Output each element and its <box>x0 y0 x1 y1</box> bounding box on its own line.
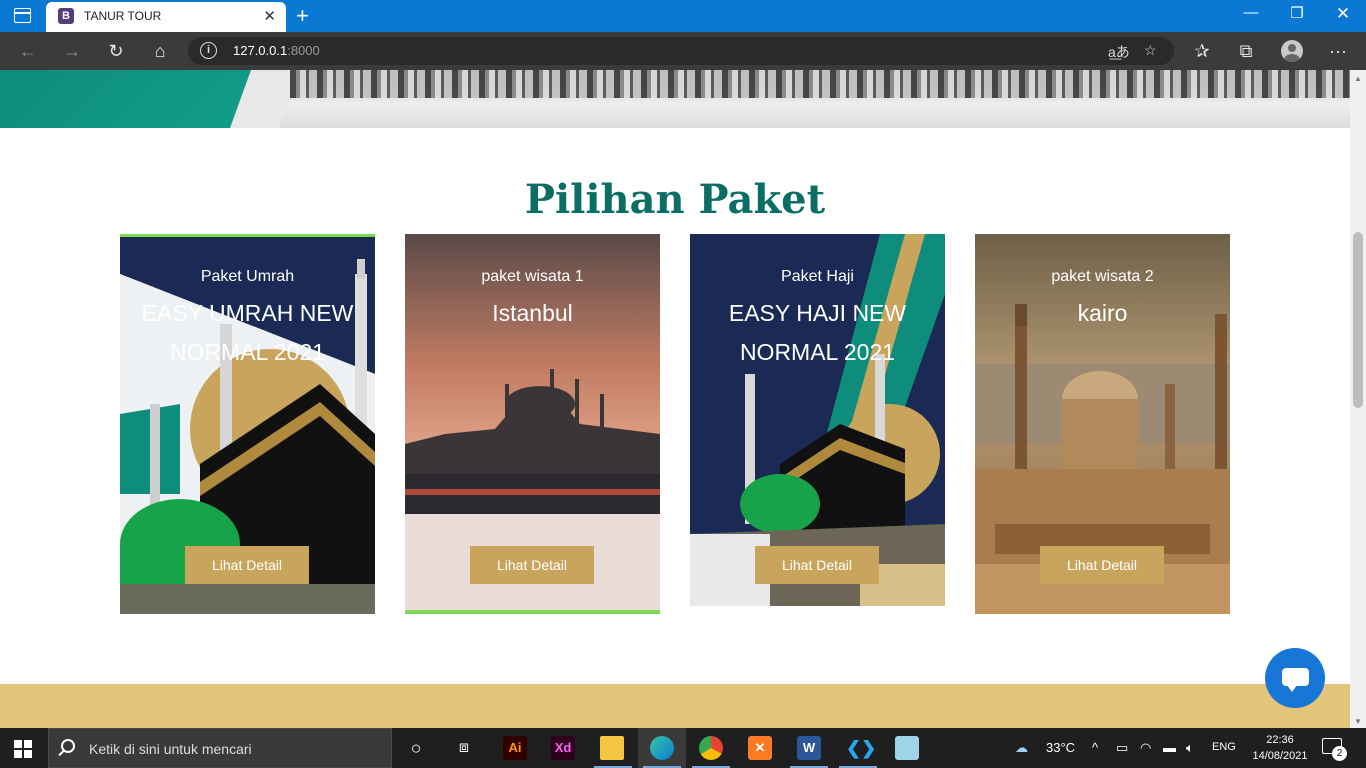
search-placeholder: Ketik di sini untuk mencari <box>89 741 252 757</box>
add-favorite-icon[interactable]: ☆ <box>1144 42 1157 59</box>
scroll-up-icon[interactable]: ▲ <box>1354 74 1362 83</box>
card-title: Istanbul <box>492 300 573 326</box>
favorites-icon[interactable]: ✰ <box>1190 39 1214 63</box>
task-view-icon[interactable]: ⧈ <box>452 736 476 760</box>
card-title: EASY HAJI NEW NORMAL 2021 <box>728 300 907 365</box>
tab-actions-icon[interactable] <box>14 8 31 23</box>
profile-avatar[interactable] <box>1281 40 1303 62</box>
search-icon <box>61 739 75 753</box>
url-port: :8000 <box>287 43 320 58</box>
refresh-icon[interactable]: ↻ <box>104 39 128 63</box>
detail-button[interactable]: Lihat Detail <box>185 546 309 584</box>
notification-badge: 2 <box>1332 746 1347 761</box>
vscode-icon[interactable]: ❮❯ <box>846 736 876 760</box>
xampp-icon[interactable]: ✕ <box>748 736 772 760</box>
card-category: Paket Haji <box>781 268 854 285</box>
notepad-icon[interactable] <box>895 736 919 760</box>
restore-button[interactable]: ❐ <box>1274 4 1320 22</box>
card-category: Paket Umrah <box>200 268 295 285</box>
close-window-button[interactable]: ✕ <box>1320 4 1366 24</box>
card-title: EASY UMRAH NEW NORMAL 2021 <box>141 300 354 365</box>
scroll-thumb[interactable] <box>1353 232 1363 408</box>
tab-title: TANUR TOUR <box>84 9 162 23</box>
home-icon[interactable]: ⌂ <box>148 39 172 63</box>
url-text[interactable]: 127.0.0.1:8000 <box>233 43 320 58</box>
weather-temp[interactable]: 33°C <box>1046 740 1075 755</box>
page-scrollbar[interactable]: ▲ ▼ <box>1350 70 1366 728</box>
taskbar-search-box[interactable]: Ketik di sini untuk mencari <box>48 728 392 768</box>
forward-icon[interactable]: → <box>60 39 84 63</box>
weather-icon[interactable]: ☁ <box>1015 740 1028 756</box>
detail-button[interactable]: Lihat Detail <box>755 546 879 584</box>
language-indicator[interactable]: ENG <box>1212 741 1236 753</box>
tray-expand-icon[interactable]: ^ <box>1092 740 1098 755</box>
package-card[interactable]: Paket Haji EASY HAJI NEW NORMAL 2021 Lih… <box>690 234 945 614</box>
site-info-icon[interactable]: i <box>200 42 217 59</box>
favicon-icon: B <box>58 8 74 24</box>
card-category: paket wisata 1 <box>481 268 584 285</box>
battery-icon[interactable]: ▬ <box>1163 740 1176 755</box>
chat-icon <box>1282 668 1309 692</box>
tab-close-icon[interactable]: ✕ <box>263 7 276 25</box>
back-icon[interactable]: ← <box>16 39 40 63</box>
volume-icon[interactable]: 🔈︎ <box>1186 740 1194 756</box>
url-host: 127.0.0.1 <box>233 43 288 58</box>
clock-time: 22:36 <box>1266 734 1294 746</box>
address-bar[interactable]: i 127.0.0.1:8000 a͟あ ☆ <box>188 37 1174 65</box>
meet-now-icon[interactable]: ▭ <box>1116 740 1128 756</box>
section-title: Pilihan Paket <box>524 176 826 223</box>
browser-titlebar: B TANUR TOUR ✕ + — ❐ ✕ <box>0 0 1366 32</box>
wifi-icon[interactable]: ◠ <box>1140 740 1151 756</box>
card-title: kairo <box>1077 300 1128 326</box>
cortana-icon[interactable]: ○ <box>404 736 428 760</box>
package-card[interactable]: paket wisata 2 kairo Lihat Detail <box>975 234 1230 614</box>
package-card[interactable]: paket wisata 1 Istanbul Lihat Detail <box>405 234 660 614</box>
system-clock[interactable]: 22:36 14/08/2021 <box>1248 732 1312 764</box>
word-icon[interactable]: W <box>797 736 821 760</box>
new-tab-button[interactable]: + <box>296 3 309 29</box>
read-aloud-icon[interactable]: a͟あ <box>1108 42 1130 62</box>
windows-start-icon[interactable] <box>14 740 32 758</box>
browser-tab[interactable]: B TANUR TOUR ✕ <box>46 2 286 32</box>
scroll-down-icon[interactable]: ▼ <box>1354 717 1362 726</box>
more-menu-icon[interactable]: ··· <box>1326 39 1350 63</box>
clock-date: 14/08/2021 <box>1252 750 1308 762</box>
browser-toolbar: ← → ↻ ⌂ i 127.0.0.1:8000 a͟あ ☆ ✰ ⧉ ··· <box>0 32 1366 70</box>
detail-button[interactable]: Lihat Detail <box>470 546 594 584</box>
package-card[interactable]: Paket Umrah EASY UMRAH NEW NORMAL 2021 L… <box>120 234 375 614</box>
detail-button[interactable]: Lihat Detail <box>1040 546 1164 584</box>
footer-band <box>0 684 1350 728</box>
minimize-button[interactable]: — <box>1228 4 1274 21</box>
edge-icon[interactable] <box>650 736 674 760</box>
illustrator-icon[interactable]: Ai <box>503 736 527 760</box>
adobe-xd-icon[interactable]: Xd <box>551 736 575 760</box>
chat-button[interactable] <box>1265 648 1325 708</box>
page-viewport: Pilihan Paket Paket Umrah EASY UMRAH NEW… <box>0 70 1350 728</box>
card-category: paket wisata 2 <box>1051 268 1154 285</box>
hero-banner-image <box>0 70 1350 128</box>
chrome-icon[interactable] <box>699 736 723 760</box>
file-explorer-icon[interactable] <box>600 736 624 760</box>
collections-icon[interactable]: ⧉ <box>1234 39 1258 63</box>
windows-taskbar: Ketik di sini untuk mencari ○ ⧈ Ai Xd ✕ … <box>0 728 1366 768</box>
